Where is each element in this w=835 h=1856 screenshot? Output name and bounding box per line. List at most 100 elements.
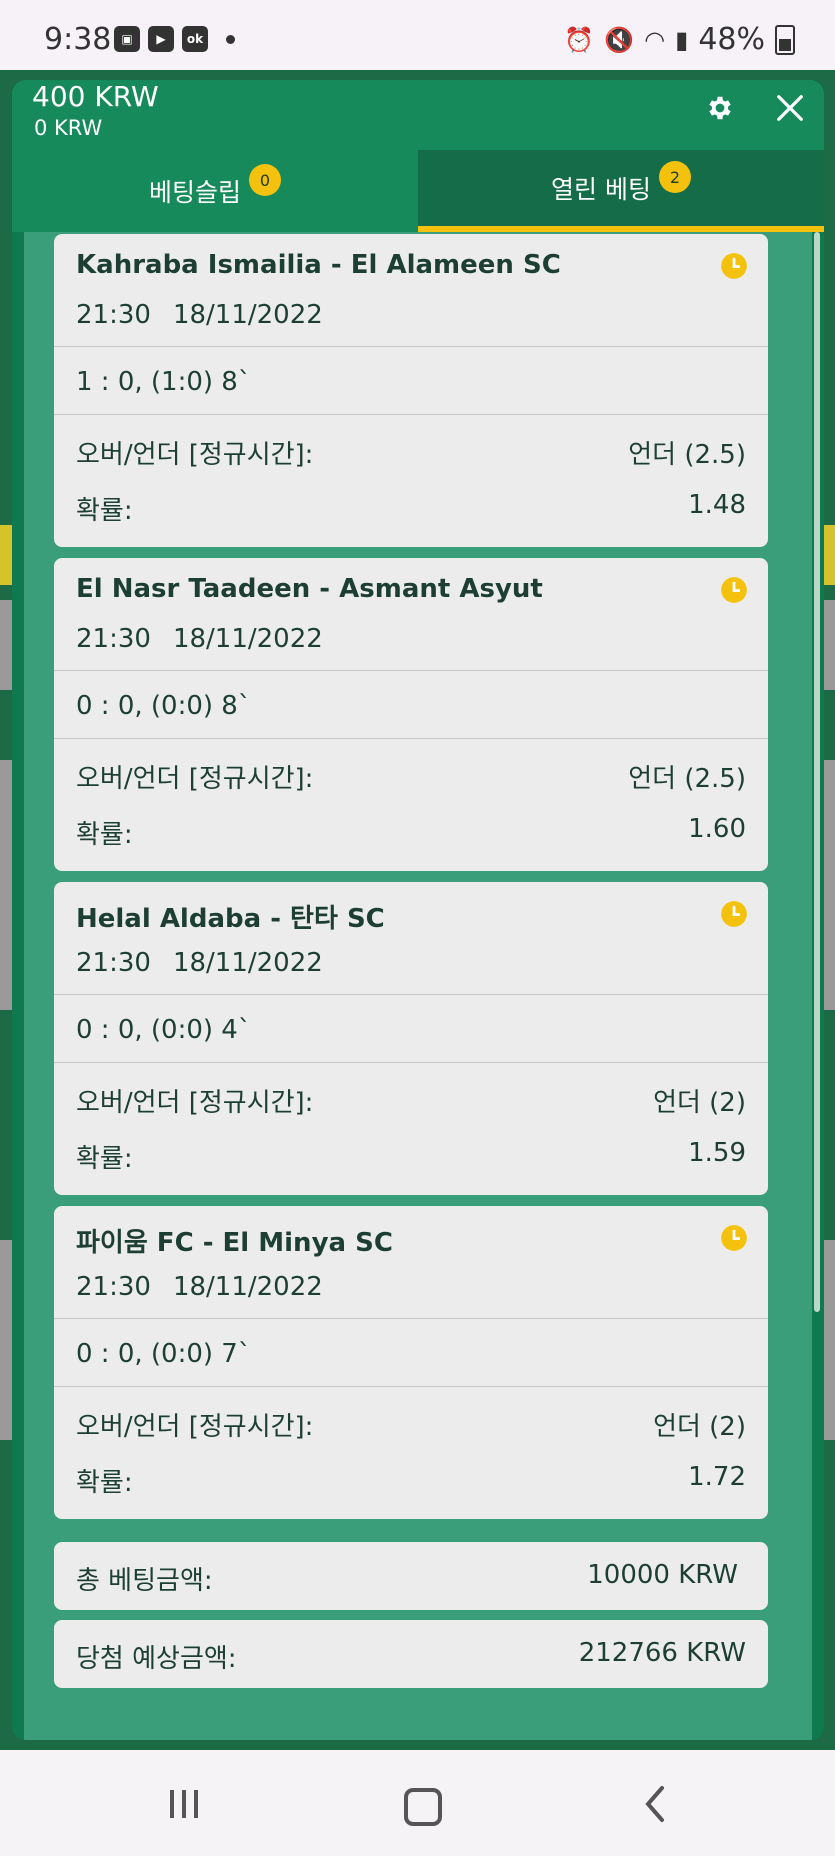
- odds-value: 1.72: [688, 1462, 746, 1492]
- match-time: 21:30: [76, 948, 151, 978]
- open-bets-list[interactable]: Kahraba Ismailia - El Alameen SC 21:30 18…: [24, 232, 812, 1740]
- home-button[interactable]: [404, 1788, 442, 1826]
- betslip-modal: 400 KRW 0 KRW 베팅슬립 0 열린 베팅 2 Kahraba Ism…: [12, 80, 824, 1740]
- wifi-icon: ◠: [644, 25, 666, 54]
- potential-payout-value: 212766 KRW: [578, 1638, 746, 1668]
- match-name: El Nasr Taadeen - Asmant Asyut: [76, 574, 543, 604]
- odds-label: 확률:: [76, 496, 133, 526]
- gallery-icon: ▣: [114, 26, 140, 52]
- odds-label: 확률:: [76, 1144, 133, 1174]
- match-name: 파이움 FC - El Minya SC: [76, 1228, 393, 1258]
- total-stake-row: 총 베팅금액: 10000 KRW: [76, 1560, 746, 1597]
- divider: [54, 414, 768, 415]
- market-label: 오버/언더 [정규시간]:: [76, 1412, 314, 1442]
- bet-card[interactable]: El Nasr Taadeen - Asmant Asyut 21:30 18/1…: [54, 558, 768, 871]
- betslip-tabs: 베팅슬립 0 열린 베팅 2: [12, 150, 824, 232]
- market-label: 오버/언더 [정규시간]:: [76, 764, 314, 794]
- signal-icon: ▮: [675, 25, 689, 54]
- market-value: 언더 (2.5): [628, 440, 746, 470]
- live-score: 1 : 0, (1:0) 8`: [76, 367, 251, 397]
- divider: [54, 1062, 768, 1063]
- market-value: 언더 (2): [653, 1412, 746, 1442]
- modal-header: 400 KRW 0 KRW: [12, 80, 824, 150]
- clock-icon: [721, 901, 747, 927]
- recent-apps-button[interactable]: [170, 1790, 198, 1818]
- match-time: 21:30: [76, 1272, 151, 1302]
- divider: [54, 738, 768, 739]
- youtube-icon: ▶: [148, 26, 174, 52]
- mute-icon: 🔇: [604, 25, 635, 54]
- match-date: 18/11/2022: [172, 1272, 323, 1302]
- market-label: 오버/언더 [정규시간]:: [76, 440, 314, 470]
- status-bar: 9:38 ▣ ▶ ok ⏰ 🔇 ◠ ▮ 48%: [0, 0, 835, 70]
- bonus-balance: 0 KRW: [34, 116, 103, 140]
- divider: [54, 346, 768, 347]
- match-datetime: 21:30 18/11/2022: [76, 948, 345, 978]
- navigation-bar: [0, 1750, 835, 1856]
- market-label: 오버/언더 [정규시간]:: [76, 1088, 314, 1118]
- market-row: 오버/언더 [정규시간]: 언더 (2.5): [76, 434, 746, 471]
- odds-row: 확률: 1.48: [76, 490, 746, 527]
- close-button[interactable]: [768, 86, 812, 130]
- market-row: 오버/언더 [정규시간]: 언더 (2): [76, 1406, 746, 1443]
- close-icon: [777, 95, 803, 121]
- match-time: 21:30: [76, 300, 151, 330]
- match-date: 18/11/2022: [172, 300, 323, 330]
- bet-card[interactable]: 파이움 FC - El Minya SC 21:30 18/11/2022 0 :…: [54, 1206, 768, 1519]
- clock-time: 9:38: [44, 22, 112, 57]
- ok-icon: ok: [182, 26, 208, 52]
- live-score: 0 : 0, (0:0) 4`: [76, 1015, 251, 1045]
- odds-row: 확률: 1.59: [76, 1138, 746, 1175]
- recent-apps-icon: [182, 1790, 186, 1818]
- bet-card[interactable]: Kahraba Ismailia - El Alameen SC 21:30 18…: [54, 234, 768, 547]
- notification-icons: ▣ ▶ ok: [114, 26, 235, 52]
- match-time: 21:30: [76, 624, 151, 654]
- odds-label: 확률:: [76, 1468, 133, 1498]
- divider: [54, 1386, 768, 1387]
- count-badge: 0: [249, 164, 281, 196]
- divider: [54, 1318, 768, 1319]
- potential-payout-box: 당첨 예상금액: 212766 KRW: [54, 1620, 768, 1688]
- bet-card[interactable]: Helal Aldaba - 탄타 SC 21:30 18/11/2022 0 :…: [54, 882, 768, 1195]
- settings-button[interactable]: [700, 88, 740, 128]
- match-date: 18/11/2022: [172, 624, 323, 654]
- alarm-icon: ⏰: [564, 25, 595, 54]
- divider: [54, 994, 768, 995]
- market-value: 언더 (2.5): [628, 764, 746, 794]
- more-notifications-icon: [226, 34, 235, 44]
- divider: [54, 670, 768, 671]
- clock-icon: [721, 1225, 747, 1251]
- total-stake-value: 10000 KRW: [587, 1560, 738, 1590]
- system-icons: ⏰ 🔇 ◠ ▮ 48%: [564, 22, 795, 57]
- odds-value: 1.59: [688, 1138, 746, 1168]
- back-icon: [645, 1786, 664, 1822]
- tab-betslip[interactable]: 베팅슬립 0: [12, 150, 418, 232]
- match-datetime: 21:30 18/11/2022: [76, 300, 345, 330]
- battery-icon: [775, 24, 795, 55]
- live-score: 0 : 0, (0:0) 7`: [76, 1339, 251, 1369]
- recent-apps-icon: [194, 1790, 198, 1818]
- match-datetime: 21:30 18/11/2022: [76, 624, 345, 654]
- total-stake-label: 총 베팅금액:: [76, 1566, 213, 1596]
- odds-value: 1.60: [688, 814, 746, 844]
- count-badge: 2: [658, 161, 691, 193]
- market-value: 언더 (2): [653, 1088, 746, 1118]
- tab-open-bets[interactable]: 열린 베팅 2: [418, 150, 824, 232]
- tab-label: 베팅슬립: [148, 178, 241, 207]
- odds-row: 확률: 1.60: [76, 814, 746, 851]
- odds-label: 확률:: [76, 820, 133, 850]
- total-stake-box: 총 베팅금액: 10000 KRW: [54, 1542, 768, 1610]
- battery-percent: 48%: [698, 22, 765, 57]
- market-row: 오버/언더 [정규시간]: 언더 (2): [76, 1082, 746, 1119]
- potential-payout-label: 당첨 예상금액:: [76, 1644, 237, 1674]
- clock-icon: [721, 253, 747, 279]
- clock-icon: [721, 577, 747, 603]
- potential-payout-row: 당첨 예상금액: 212766 KRW: [76, 1638, 746, 1675]
- back-button[interactable]: [640, 1784, 670, 1828]
- gear-icon: [709, 96, 731, 120]
- market-row: 오버/언더 [정규시간]: 언더 (2.5): [76, 758, 746, 795]
- balance-amount: 400 KRW: [32, 80, 159, 113]
- odds-row: 확률: 1.72: [76, 1462, 746, 1499]
- scrollbar[interactable]: [814, 232, 820, 1312]
- tab-label: 열린 베팅: [551, 175, 651, 204]
